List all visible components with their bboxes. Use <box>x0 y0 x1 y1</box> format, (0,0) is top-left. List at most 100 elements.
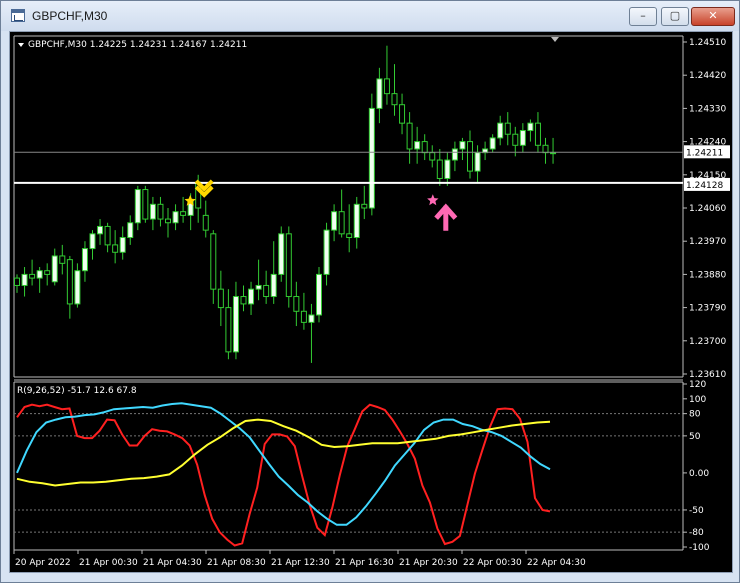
candle-body <box>255 284 262 290</box>
close-button[interactable]: ✕ <box>691 7 735 26</box>
price-tick-label: 1.24330 <box>689 104 726 114</box>
time-tick-label: 20 Apr 2022 <box>15 558 71 568</box>
price-tick-label: 1.23610 <box>689 370 726 380</box>
time-tick-label: 21 Apr 20:30 <box>399 558 458 568</box>
candle-body <box>119 237 126 253</box>
candle-body <box>346 233 353 239</box>
indicator-tick-label: 80 <box>689 410 701 420</box>
chart-canvas[interactable]: 1.245101.244201.243301.242401.241501.240… <box>10 32 732 572</box>
minimize-button[interactable]: – <box>629 7 657 26</box>
horizontal-line-label: 1.24128 <box>686 181 723 191</box>
candle-body <box>542 144 549 154</box>
candle-body <box>368 107 375 209</box>
candle-body <box>127 222 134 239</box>
candle-body <box>429 152 436 161</box>
candle-body <box>285 233 292 298</box>
candle-body <box>263 284 270 298</box>
candle-body <box>232 296 239 353</box>
indicator-tick-label: 100 <box>689 395 706 405</box>
time-tick-label: 22 Apr 00:30 <box>463 558 522 568</box>
price-tick-label: 1.24420 <box>689 71 726 81</box>
candle-body <box>66 259 73 305</box>
candle-body <box>474 152 481 172</box>
candle-body <box>89 233 96 250</box>
candle-body <box>338 211 345 235</box>
price-tick-label: 1.23880 <box>689 270 726 280</box>
candle-body <box>504 122 511 135</box>
chart-window: GBPCHF,M30 – ▢ ✕ 1.24510 1.24420 1.24330 1.… <box>0 0 740 583</box>
current-price-label: 1.24211 <box>686 148 723 158</box>
chart-area[interactable]: 1.24510 1.24420 1.24330 1.24240 1.24150 1.240… <box>9 31 733 573</box>
maximize-button[interactable]: ▢ <box>661 7 689 26</box>
candle-body <box>444 159 451 179</box>
candle-body <box>331 211 338 231</box>
time-tick-label: 21 Apr 12:30 <box>271 558 330 568</box>
candle-body <box>316 273 322 316</box>
candle-body <box>376 78 383 109</box>
candle-body <box>44 270 51 275</box>
candle-body <box>421 141 428 154</box>
candle-body <box>270 273 277 298</box>
candle-body <box>112 244 119 253</box>
candle-body <box>29 273 36 279</box>
candle-body <box>210 233 217 290</box>
candle-body <box>134 189 141 224</box>
candle-body <box>293 296 300 312</box>
candle-body <box>519 130 526 146</box>
candle-body <box>436 159 443 179</box>
candle-body <box>451 148 458 161</box>
price-tick-label: 1.23700 <box>689 337 726 347</box>
candle-body <box>51 255 58 283</box>
candle-body <box>104 225 111 246</box>
candle-body <box>300 310 307 323</box>
indicator-tick-label: 120 <box>689 380 706 390</box>
candle-body <box>534 122 541 146</box>
candle-body <box>361 203 368 209</box>
price-tick-label: 1.24060 <box>689 204 726 214</box>
indicator-tick-label: 50 <box>689 432 701 442</box>
candle-body <box>512 133 519 146</box>
time-tick-label: 21 Apr 16:30 <box>335 558 394 568</box>
symbol-header: GBPCHF,M30 1.24225 1.24231 1.24167 1.242… <box>28 40 247 50</box>
indicator-tick-label: -80 <box>689 528 704 538</box>
candle-body <box>489 137 496 150</box>
candle-body <box>157 203 164 220</box>
candle-body <box>142 189 149 220</box>
candle-body <box>21 273 28 286</box>
candle-body <box>149 203 156 220</box>
candle-body <box>59 255 66 264</box>
time-tick-label: 21 Apr 04:30 <box>143 558 202 568</box>
candle-body <box>180 211 187 216</box>
candle-body <box>97 225 104 235</box>
candle-body <box>353 203 360 239</box>
candle-body <box>414 141 421 150</box>
candle-body <box>399 104 406 124</box>
title-bar[interactable]: GBPCHF,M30 – ▢ ✕ <box>1 1 739 31</box>
price-tick-label: 1.23970 <box>689 237 726 247</box>
candle-body <box>248 288 255 305</box>
indicator-tick-label: -100 <box>689 543 710 553</box>
candle-body <box>467 141 473 172</box>
time-tick-label: 21 Apr 08:30 <box>207 558 266 568</box>
candle-body <box>459 141 466 150</box>
indicator-tick-label: 0.00 <box>689 469 709 479</box>
candle-body <box>278 233 285 275</box>
current-price-tag: 1.24211 <box>684 145 730 159</box>
price-tick-label: 1.23790 <box>689 304 726 314</box>
candle-body <box>36 270 43 279</box>
candle-body <box>217 288 224 309</box>
candle-body <box>308 314 315 323</box>
candle-body <box>165 218 171 224</box>
price-tick-label: 1.24510 <box>689 38 726 48</box>
candle-body <box>240 296 247 305</box>
candle-body <box>527 122 534 132</box>
candle-body <box>406 122 413 150</box>
indicator-header: R(9,26,52) -51.7 12.6 67.8 <box>17 386 137 396</box>
indicator-tick-label: -50 <box>689 506 704 516</box>
time-tick-label: 21 Apr 00:30 <box>79 558 138 568</box>
time-tick-label: 22 Apr 04:30 <box>527 558 586 568</box>
candle-body <box>202 214 209 231</box>
candle-body <box>323 229 330 275</box>
candle-body <box>550 152 557 155</box>
chart-window-icon <box>11 9 25 22</box>
